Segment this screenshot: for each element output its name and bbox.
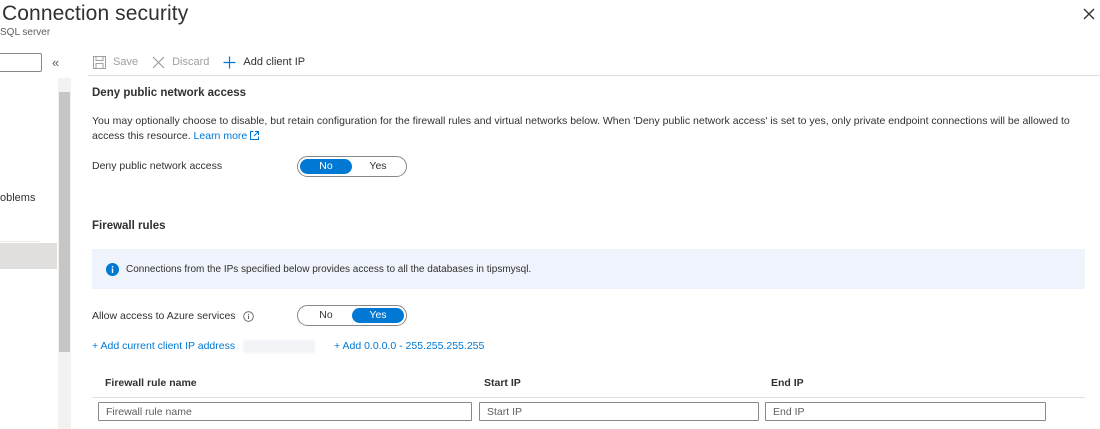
external-link-icon: [250, 131, 260, 140]
learn-more-link[interactable]: Learn more: [194, 130, 260, 142]
deny-public-yes-option[interactable]: Yes: [352, 159, 404, 174]
discard-icon: [152, 56, 165, 68]
add-client-ip-button[interactable]: Add client IP: [223, 56, 305, 69]
add-current-client-ip-link[interactable]: + Add current client IP address: [92, 340, 235, 352]
page-subtitle: SQL server: [0, 27, 51, 38]
sidebar-collapse-button[interactable]: «: [52, 55, 59, 70]
save-icon: [93, 55, 106, 69]
close-button[interactable]: [1080, 5, 1098, 23]
learn-more-label: Learn more: [193, 130, 248, 142]
save-button[interactable]: Save: [93, 55, 139, 69]
azure-services-toggle[interactable]: No Yes: [297, 305, 407, 326]
firewall-info-text: Connections from the IPs specified below…: [126, 263, 532, 275]
column-header-end-ip: End IP: [771, 377, 804, 389]
start-ip-input[interactable]: [479, 402, 759, 421]
firewall-info-bar: Connections from the IPs specified below…: [92, 249, 1085, 289]
add-client-ip-label: Add client IP: [243, 56, 306, 68]
firewall-rule-name-input[interactable]: [98, 402, 472, 421]
azure-services-field-label: Allow access to Azure services: [92, 310, 254, 322]
add-all-ip-range-link[interactable]: + Add 0.0.0.0 - 255.255.255.255: [334, 340, 484, 352]
deny-public-field-label: Deny public network access: [92, 160, 222, 172]
command-bar: Save Discard Add client IP: [93, 53, 319, 71]
toolbar-divider: [88, 75, 1100, 76]
column-header-start-ip: Start IP: [484, 377, 521, 389]
sidebar-item-selected[interactable]: [0, 243, 57, 269]
deny-public-toggle[interactable]: No Yes: [297, 156, 407, 177]
column-header-rule-name: Firewall rule name: [105, 377, 197, 389]
azure-services-yes-option[interactable]: Yes: [352, 308, 404, 323]
sidebar-divider: [0, 241, 40, 242]
azure-services-label-text: Allow access to Azure services: [92, 310, 236, 322]
redacted-ip-address: [243, 340, 315, 353]
close-icon[interactable]: [1080, 5, 1098, 23]
firewall-section-title: Firewall rules: [92, 220, 166, 232]
grid-header-divider: [92, 397, 1085, 398]
discard-button-label: Discard: [172, 56, 210, 68]
deny-public-section-title: Deny public network access: [92, 87, 247, 99]
sidebar-scrollbar-thumb[interactable]: [59, 92, 70, 352]
info-outline-icon[interactable]: [242, 310, 254, 322]
azure-services-no-option[interactable]: No: [300, 308, 352, 323]
end-ip-input[interactable]: [765, 402, 1046, 421]
sidebar-item-problems[interactable]: oblems: [0, 192, 35, 204]
save-button-label: Save: [113, 56, 139, 68]
plus-icon: [223, 56, 236, 68]
discard-button[interactable]: Discard: [152, 56, 209, 69]
deny-public-label-text: Deny public network access: [92, 160, 223, 172]
sidebar-search-input[interactable]: [0, 53, 42, 72]
deny-public-description: You may optionally choose to disable, bu…: [92, 114, 1092, 144]
info-icon: [106, 262, 119, 276]
page-title: Connection security: [2, 2, 189, 25]
deny-public-no-option[interactable]: No: [300, 159, 352, 174]
